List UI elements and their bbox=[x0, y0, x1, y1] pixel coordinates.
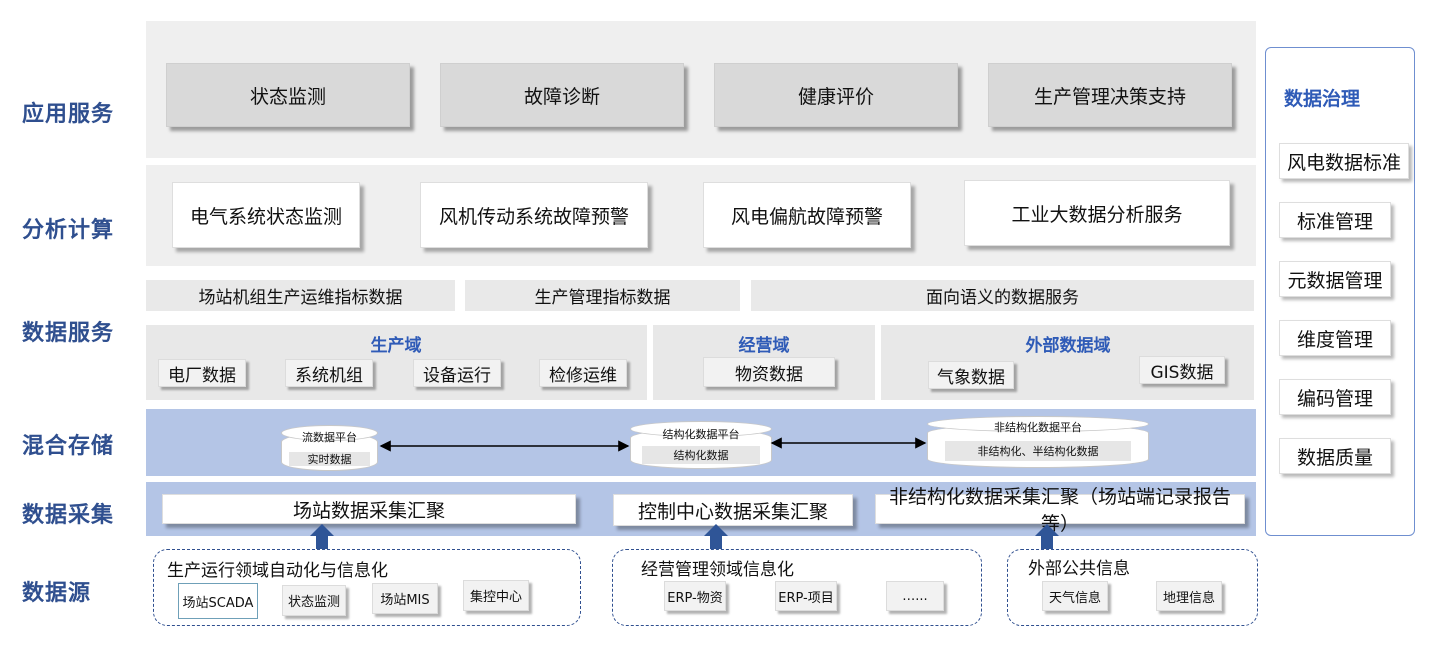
source-item[interactable]: 场站SCADA bbox=[178, 583, 258, 619]
source-group-title: 经营管理领域信息化 bbox=[641, 560, 794, 580]
source-item[interactable]: 地理信息 bbox=[1156, 581, 1222, 611]
up-arrow-icon bbox=[704, 524, 728, 549]
governance-item[interactable]: 维度管理 bbox=[1279, 320, 1391, 356]
governance-item[interactable]: 风电数据标准 bbox=[1279, 143, 1409, 179]
source-item[interactable]: ERP-项目 bbox=[775, 581, 837, 611]
source-item[interactable]: …... bbox=[886, 581, 944, 611]
up-arrow-icon bbox=[1035, 524, 1059, 549]
governance-title: 数据治理 bbox=[1284, 88, 1361, 110]
source-group-title: 外部公共信息 bbox=[1028, 559, 1130, 579]
governance-item[interactable]: 元数据管理 bbox=[1279, 261, 1391, 297]
governance-item[interactable]: 编码管理 bbox=[1279, 379, 1391, 415]
source-item[interactable]: ERP-物资 bbox=[664, 581, 726, 611]
up-arrow-icon bbox=[310, 524, 334, 549]
source-item[interactable]: 状态监测 bbox=[282, 585, 346, 616]
governance-item[interactable]: 标准管理 bbox=[1279, 202, 1391, 238]
source-item[interactable]: 天气信息 bbox=[1042, 581, 1108, 611]
source-group-title: 生产运行领域自动化与信息化 bbox=[167, 561, 388, 581]
governance-item[interactable]: 数据质量 bbox=[1279, 438, 1391, 474]
source-item[interactable]: 场站MIS bbox=[372, 583, 438, 614]
source-item[interactable]: 集控中心 bbox=[463, 580, 529, 611]
